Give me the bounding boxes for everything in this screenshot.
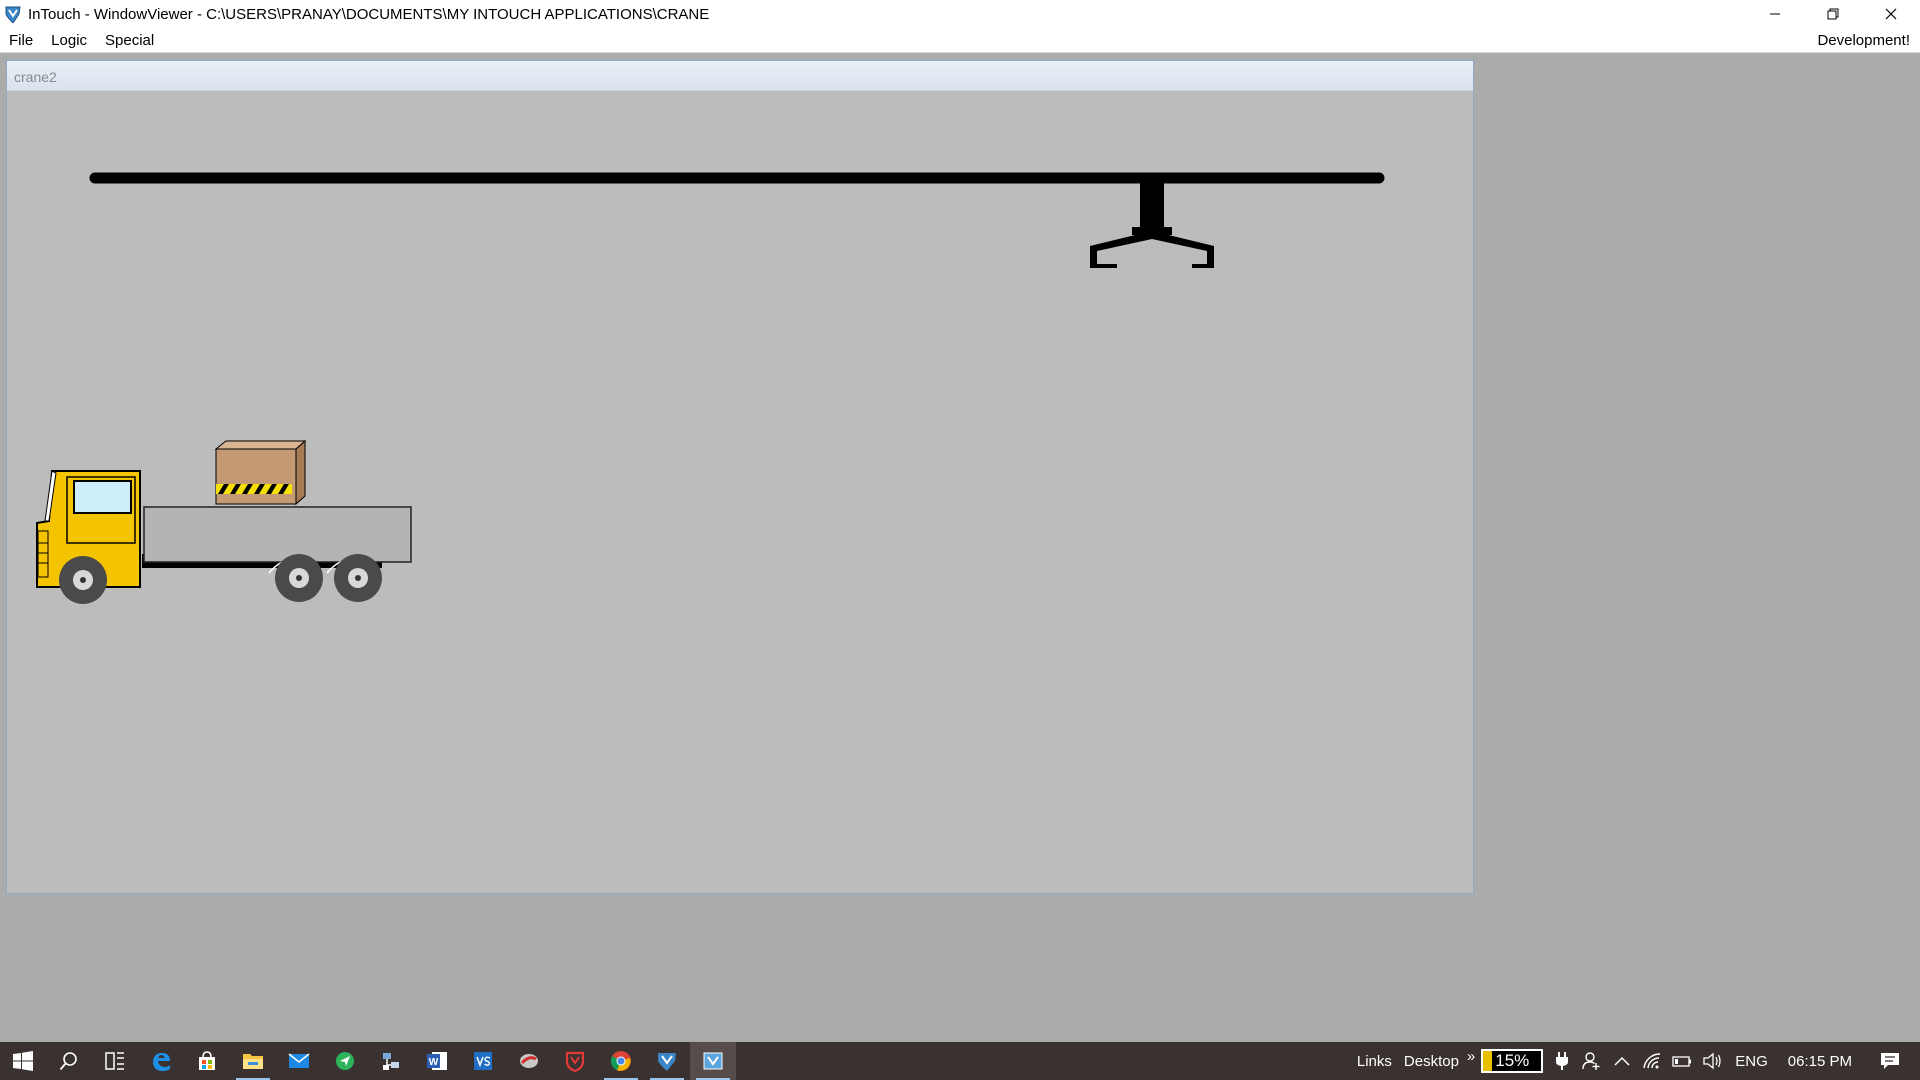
window-title: InTouch - WindowViewer - C:\USERS\PRANAY… bbox=[28, 5, 710, 23]
minimize-button[interactable] bbox=[1746, 0, 1804, 28]
task-view-icon bbox=[105, 1052, 124, 1070]
close-icon bbox=[1885, 8, 1897, 20]
store-icon bbox=[199, 1051, 215, 1070]
taskbar-mail[interactable] bbox=[276, 1042, 322, 1080]
truck-window bbox=[73, 480, 132, 514]
system-tray: Links Desktop » 15% ENG 06:15 PM bbox=[1351, 1042, 1920, 1080]
show-hidden-icons-button[interactable] bbox=[1607, 1042, 1637, 1080]
taskbar-word[interactable]: W bbox=[414, 1042, 460, 1080]
taskbar-chrome[interactable] bbox=[598, 1042, 644, 1080]
intouch-app-icon bbox=[5, 6, 21, 23]
people-icon bbox=[1582, 1052, 1600, 1070]
toolbar-overflow-icon[interactable]: » bbox=[1465, 1048, 1477, 1065]
search-icon bbox=[59, 1052, 77, 1071]
word-icon: W bbox=[427, 1052, 447, 1070]
minimize-icon bbox=[1770, 13, 1780, 15]
restore-icon bbox=[1827, 8, 1839, 20]
crane2-window: crane2 bbox=[6, 60, 1474, 894]
start-button[interactable] bbox=[0, 1042, 46, 1080]
menu-file[interactable]: File bbox=[0, 32, 42, 49]
truck-wheel-front bbox=[59, 556, 107, 604]
windows-start-icon bbox=[13, 1051, 33, 1071]
menu-special[interactable]: Special bbox=[96, 32, 163, 49]
cargo-box[interactable] bbox=[214, 439, 307, 506]
title-bar: InTouch - WindowViewer - C:\USERS\PRANAY… bbox=[0, 0, 1920, 28]
workspace: crane2 bbox=[0, 54, 1920, 1042]
menu-bar: File Logic Special Development! bbox=[0, 28, 1920, 53]
battery-icon bbox=[1672, 1056, 1692, 1067]
development-link[interactable]: Development! bbox=[1817, 32, 1910, 49]
notification-icon bbox=[1881, 1053, 1899, 1069]
intouch-icon bbox=[658, 1053, 676, 1071]
file-explorer-icon bbox=[243, 1054, 263, 1069]
taskbar-shield-app[interactable] bbox=[552, 1042, 598, 1080]
crane-canvas bbox=[7, 91, 1473, 893]
taskbar-file-explorer[interactable] bbox=[230, 1042, 276, 1080]
battery-percent: 15% bbox=[1495, 1051, 1530, 1070]
chevron-up-icon bbox=[1614, 1056, 1630, 1066]
language-indicator[interactable]: ENG bbox=[1727, 1053, 1780, 1070]
taskbar-visual-studio[interactable] bbox=[460, 1042, 506, 1080]
speaker-icon bbox=[1703, 1052, 1721, 1070]
mail-icon bbox=[288, 1053, 310, 1068]
power-plug-icon bbox=[1556, 1052, 1569, 1070]
taskbar-intouch[interactable] bbox=[644, 1042, 690, 1080]
close-button[interactable] bbox=[1862, 0, 1920, 28]
taskbar-network-app[interactable] bbox=[368, 1042, 414, 1080]
taskbar-store[interactable] bbox=[184, 1042, 230, 1080]
child-window-title: crane2 bbox=[7, 61, 1473, 91]
taskbar-windowviewer[interactable] bbox=[690, 1042, 736, 1080]
truck-wheel-rear-1 bbox=[275, 554, 323, 602]
taskbar-green-app[interactable] bbox=[322, 1042, 368, 1080]
windowviewer-icon bbox=[703, 1052, 723, 1070]
action-center-button[interactable] bbox=[1870, 1042, 1910, 1080]
battery-tray-button[interactable] bbox=[1667, 1042, 1697, 1080]
task-view-button[interactable] bbox=[92, 1042, 138, 1080]
taskbar: W Links Desktop » 15% ENG 06:15 PM bbox=[0, 1042, 1920, 1080]
battery-level-fill bbox=[1483, 1051, 1492, 1071]
desktop-toolbar[interactable]: Desktop bbox=[1398, 1053, 1465, 1070]
battery-indicator[interactable]: 15% bbox=[1481, 1049, 1544, 1073]
volume-button[interactable] bbox=[1697, 1042, 1727, 1080]
menu-logic[interactable]: Logic bbox=[42, 32, 96, 49]
power-plug-button[interactable] bbox=[1547, 1042, 1577, 1080]
search-button[interactable] bbox=[46, 1042, 92, 1080]
edge-icon bbox=[153, 1053, 170, 1071]
links-toolbar[interactable]: Links bbox=[1351, 1053, 1398, 1070]
shield-app-icon bbox=[565, 1051, 585, 1072]
restore-button[interactable] bbox=[1804, 0, 1862, 28]
red-app-icon bbox=[520, 1054, 538, 1068]
visual-studio-icon bbox=[474, 1052, 492, 1070]
network-app-icon bbox=[383, 1053, 399, 1070]
wifi-icon bbox=[1643, 1053, 1661, 1069]
people-button[interactable] bbox=[1577, 1042, 1607, 1080]
clock[interactable]: 06:15 PM bbox=[1780, 1053, 1870, 1070]
crane-hook[interactable] bbox=[1090, 181, 1214, 268]
svg-text:W: W bbox=[429, 1057, 439, 1068]
chrome-icon bbox=[610, 1051, 631, 1071]
network-button[interactable] bbox=[1637, 1042, 1667, 1080]
truck-wheel-rear-2 bbox=[334, 554, 382, 602]
taskbar-red-app[interactable] bbox=[506, 1042, 552, 1080]
truck-flatbed bbox=[143, 506, 412, 563]
green-app-icon bbox=[336, 1052, 354, 1070]
taskbar-edge[interactable] bbox=[138, 1042, 184, 1080]
